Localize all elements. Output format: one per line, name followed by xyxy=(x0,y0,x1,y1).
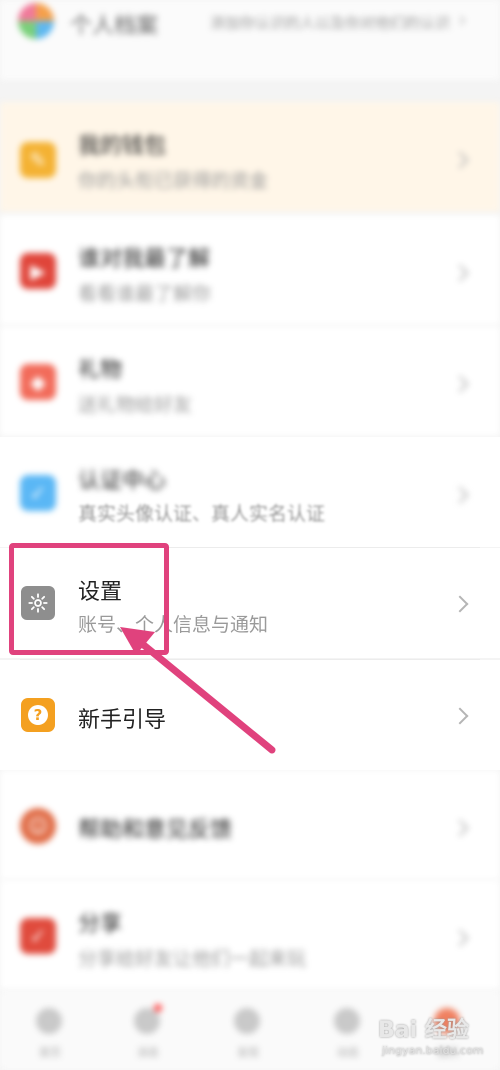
chevron-right-icon xyxy=(451,819,469,837)
tab-label: 发现 xyxy=(237,1046,259,1059)
wallet-icon: ✎ xyxy=(20,142,56,178)
video-icon: ▶ xyxy=(20,253,56,289)
gift-icon: ◆ xyxy=(20,364,56,400)
chevron-right-icon xyxy=(451,486,469,504)
chevron-right-icon xyxy=(451,707,469,725)
menu-item-help-feedback[interactable]: ☺ 帮助和意见反馈 xyxy=(0,770,500,880)
notification-badge xyxy=(154,1004,162,1012)
profile-header[interactable]: 个人档案 添加你认识的人以及你对他们的认识 › xyxy=(0,0,500,80)
watermark-main: Bai 经验 xyxy=(378,1018,469,1043)
app-logo-icon xyxy=(18,3,54,39)
chevron-right-icon xyxy=(451,151,469,169)
watermark: Bai 经验 jingyan.baidu.com xyxy=(378,1012,496,1066)
menu-item-share[interactable]: ✓ 分享 分享给好友让他们一起来玩 xyxy=(0,880,500,990)
check-icon: ✓ xyxy=(20,475,56,511)
menu-item-who-knows-me[interactable]: ▶ 谁对我最了解 看看谁最了解你 xyxy=(0,215,500,325)
menu-item-title: 新手引导 xyxy=(78,708,167,733)
annotation-highlight-box xyxy=(9,543,169,655)
question-icon: ? xyxy=(21,698,55,732)
chevron-right-icon xyxy=(451,929,469,947)
tab-label: 首页 xyxy=(39,1046,61,1059)
share-icon: ✓ xyxy=(20,918,56,954)
menu-item-title: 认证中心 xyxy=(78,469,167,494)
header-title: 个人档案 xyxy=(70,14,159,39)
tab-messages[interactable]: 消息 xyxy=(118,990,178,1060)
chevron-right-icon xyxy=(451,375,469,393)
menu-item-title: 分享 xyxy=(78,912,123,937)
menu-item-subtitle: 送礼物给好友 xyxy=(78,394,193,416)
help-icon: ☺ xyxy=(20,808,56,844)
chevron-right-icon xyxy=(451,595,469,613)
tab-feed[interactable]: 动态 xyxy=(318,990,378,1060)
menu-item-subtitle: 看看谁最了解你 xyxy=(78,283,212,305)
feed-icon xyxy=(334,1008,360,1034)
tab-home[interactable]: 首页 xyxy=(20,990,80,1060)
menu-item-title: 我的钱包 xyxy=(78,134,167,159)
tab-label: 消息 xyxy=(137,1046,159,1059)
tab-discover[interactable]: 发现 xyxy=(218,990,278,1060)
menu-item-gift[interactable]: ◆ 礼物 送礼物给好友 xyxy=(0,326,500,436)
menu-item-verification-center[interactable]: ✓ 认证中心 真实头像认证、真人实名认证 xyxy=(0,437,500,547)
menu-item-beginner-guide[interactable]: ? 新手引导 xyxy=(0,660,500,770)
menu-item-title: 帮助和意见反馈 xyxy=(78,818,233,843)
discover-icon xyxy=(234,1008,260,1034)
tab-label: 动态 xyxy=(337,1046,359,1059)
header-subtitle: 添加你认识的人以及你对他们的认识 xyxy=(210,14,451,32)
menu-item-subtitle: 真实头像认证、真人实名认证 xyxy=(78,503,326,525)
menu-item-subtitle: 你的头衔已获得的资金 xyxy=(78,170,269,192)
menu-item-title: 谁对我最了解 xyxy=(78,247,211,272)
chevron-right-icon: › xyxy=(458,8,467,33)
chevron-right-icon xyxy=(451,264,469,282)
menu-item-subtitle: 分享给好友让他们一起来玩 xyxy=(78,948,307,970)
watermark-sub: jingyan.baidu.com xyxy=(382,1044,484,1057)
menu-item-my-wallet[interactable]: ✎ 我的钱包 你的头衔已获得的资金 xyxy=(0,102,500,212)
home-icon xyxy=(36,1008,62,1034)
menu-item-title: 礼物 xyxy=(78,358,123,383)
